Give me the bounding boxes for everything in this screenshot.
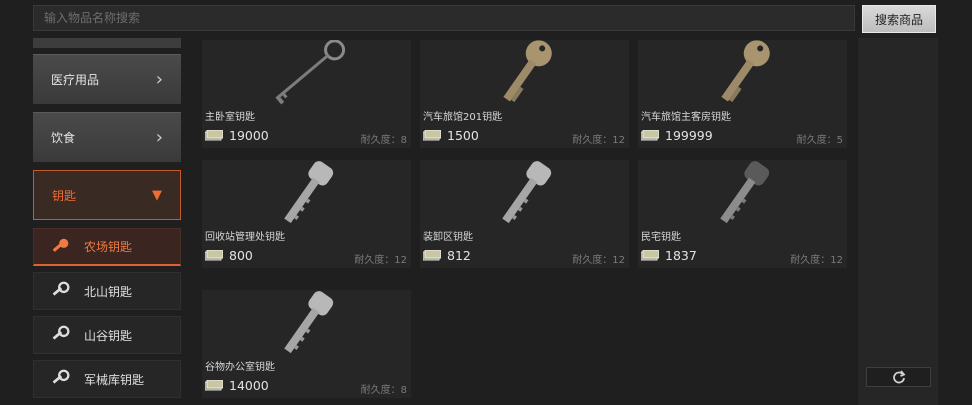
item-price: 14000	[205, 378, 269, 393]
item-card[interactable]: 装卸区钥匙 812 耐久度：12	[420, 160, 629, 268]
search-button[interactable]: 搜索商品	[862, 5, 936, 33]
sidebar-item-label: 农场钥匙	[84, 240, 133, 254]
item-price: 19000	[205, 128, 269, 143]
skeleton-key-icon	[275, 40, 346, 105]
search-input[interactable]	[42, 10, 854, 26]
item-name: 装卸区钥匙	[423, 232, 473, 243]
brass-key-icon	[503, 40, 552, 103]
refresh-button[interactable]	[866, 367, 931, 387]
sidebar-item-north-mountain-key[interactable]: 北山钥匙	[33, 272, 181, 310]
chevron-down-icon: ▼	[152, 187, 162, 203]
cash-icon	[423, 130, 441, 141]
item-price: 199999	[641, 128, 713, 143]
chevron-right-icon: ›	[155, 127, 163, 148]
silver-key-icon	[284, 161, 334, 224]
item-card[interactable]: 汽车旅馆201钥匙 1500 耐久度：12	[420, 40, 629, 148]
right-panel	[858, 38, 938, 405]
item-card[interactable]: 主卧室钥匙 19000 耐久度：8	[202, 40, 411, 148]
item-durability: 耐久度：8	[360, 135, 407, 146]
sidebar-item-farm-key[interactable]: 农场钥匙	[33, 228, 181, 266]
cash-icon	[205, 380, 223, 391]
item-card[interactable]: 谷物办公室钥匙 14000 耐久度：8	[202, 290, 411, 398]
item-name: 汽车旅馆201钥匙	[423, 112, 503, 123]
item-durability: 耐久度：5	[796, 135, 843, 146]
item-price: 800	[205, 248, 253, 263]
item-name: 回收站管理处钥匙	[205, 232, 285, 243]
category-food[interactable]: 饮食 ›	[33, 112, 181, 162]
dark-key-icon	[720, 161, 770, 224]
search-bar[interactable]	[33, 5, 855, 31]
sidebar-item-armory-key[interactable]: 军械库钥匙	[33, 360, 181, 398]
item-durability: 耐久度：12	[790, 255, 843, 266]
item-durability: 耐久度：12	[572, 135, 625, 146]
item-name: 谷物办公室钥匙	[205, 362, 275, 373]
item-durability: 耐久度：12	[354, 255, 407, 266]
category-label: 钥匙	[52, 188, 77, 203]
item-durability: 耐久度：8	[360, 385, 407, 396]
key-icon	[52, 238, 69, 252]
cash-icon	[423, 250, 441, 261]
item-price: 1837	[641, 248, 697, 263]
sidebar-scroll-edge	[33, 38, 181, 48]
item-durability: 耐久度：12	[572, 255, 625, 266]
key-icon	[52, 281, 70, 296]
cash-icon	[205, 130, 223, 141]
sidebar-item-valley-key[interactable]: 山谷钥匙	[33, 316, 181, 354]
category-label: 饮食	[51, 131, 76, 145]
item-name: 主卧室钥匙	[205, 112, 255, 123]
item-card[interactable]: 回收站管理处钥匙 800 耐久度：12	[202, 160, 411, 268]
cash-icon	[641, 130, 659, 141]
cash-icon	[641, 250, 659, 261]
brass-key-icon	[721, 40, 770, 103]
sidebar-item-label: 军械库钥匙	[84, 372, 145, 387]
sidebar-item-label: 北山钥匙	[84, 284, 133, 299]
cash-icon	[205, 250, 223, 261]
sidebar-item-label: 山谷钥匙	[84, 328, 133, 343]
refresh-icon	[892, 370, 905, 384]
key-icon	[52, 369, 70, 384]
item-name: 汽车旅馆主客房钥匙	[641, 112, 731, 123]
chevron-right-icon: ›	[155, 69, 163, 90]
item-card[interactable]: 汽车旅馆主客房钥匙 199999 耐久度：5	[638, 40, 847, 148]
item-name: 民宅钥匙	[641, 232, 681, 243]
item-card[interactable]: 民宅钥匙 1837 耐久度：12	[638, 160, 847, 268]
silver-key-icon	[502, 161, 552, 224]
category-medical[interactable]: 医疗用品 ›	[33, 54, 181, 104]
category-keys[interactable]: 钥匙 ▼	[33, 170, 181, 220]
key-icon	[52, 325, 70, 340]
item-price: 1500	[423, 128, 479, 143]
silver-key-icon	[284, 291, 334, 354]
category-sidebar: 医疗用品 › 饮食 › 钥匙 ▼ 农场钥匙 北山钥匙 山谷钥匙 军械库钥匙	[33, 38, 181, 404]
category-label: 医疗用品	[51, 73, 100, 87]
item-price: 812	[423, 248, 471, 263]
